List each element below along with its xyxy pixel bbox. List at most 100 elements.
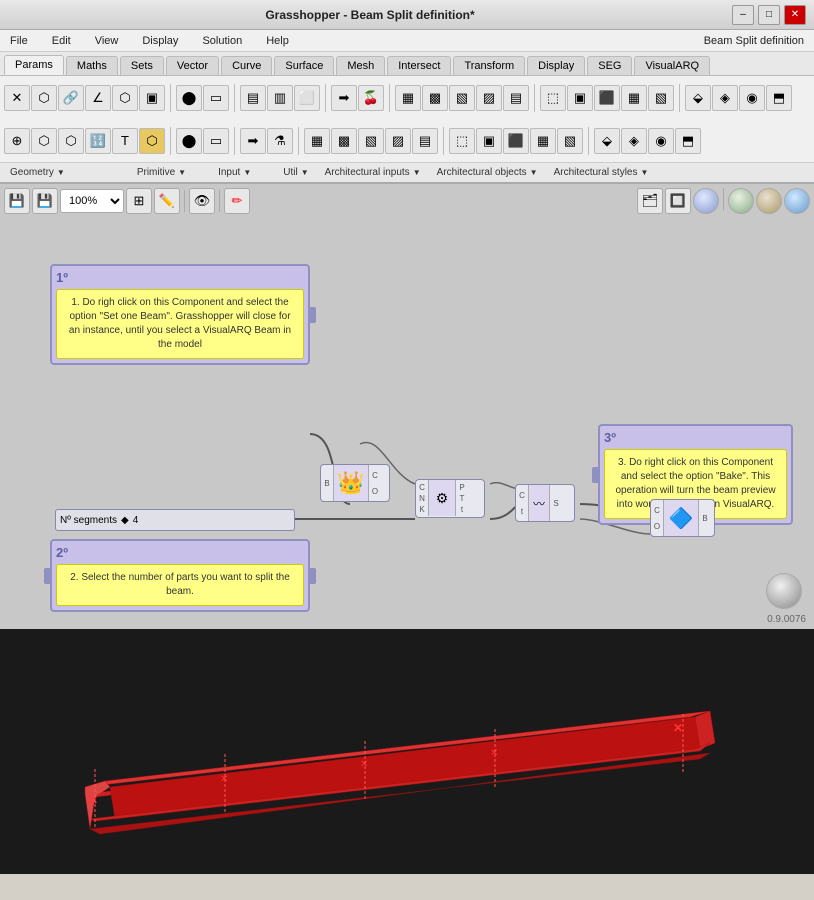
tab-transform[interactable]: Transform — [453, 56, 525, 75]
tb-arch-in-3[interactable]: ▧ — [449, 85, 475, 111]
tb2-12[interactable]: ▩ — [331, 128, 357, 154]
tb-arch-sty-1[interactable]: ⬙ — [685, 85, 711, 111]
view-button[interactable]: 👁 — [189, 188, 215, 214]
tab-display[interactable]: Display — [527, 56, 585, 75]
menu-edit[interactable]: Edit — [46, 33, 77, 49]
section-primitive[interactable]: Primitive ▼ — [131, 167, 192, 178]
tb2-20[interactable]: ▧ — [557, 128, 583, 154]
tb-arch-in-5[interactable]: ▤ — [503, 85, 529, 111]
tb-arch-obj-4[interactable]: ▦ — [621, 85, 647, 111]
tab-seg[interactable]: SEG — [587, 56, 632, 75]
tab-params[interactable]: Params — [4, 55, 64, 75]
wire-btn[interactable]: 🔲 — [665, 188, 691, 214]
minimize-button[interactable]: – — [732, 5, 754, 25]
tb2-23[interactable]: ◉ — [648, 128, 674, 154]
tb-arch-sty-4[interactable]: ⬒ — [766, 85, 792, 111]
tab-sets[interactable]: Sets — [120, 56, 164, 75]
close-button[interactable]: ✕ — [784, 5, 806, 25]
menu-display[interactable]: Display — [136, 33, 184, 49]
beam-component-node[interactable]: B 👑 C O — [320, 464, 390, 502]
tb2-11[interactable]: ▦ — [304, 128, 330, 154]
draw-button[interactable]: ✏ — [224, 188, 250, 214]
tb-btn-hnum[interactable]: ▣ — [139, 85, 165, 111]
zoom-select[interactable]: 100% 75% 50% 150% — [60, 189, 124, 213]
tab-mesh[interactable]: Mesh — [336, 56, 385, 75]
tab-maths[interactable]: Maths — [66, 56, 118, 75]
shading-btn[interactable] — [693, 188, 719, 214]
tab-visualarq[interactable]: VisualARQ — [634, 56, 710, 75]
tb2-24[interactable]: ⬒ — [675, 128, 701, 154]
save-as-button[interactable]: 💾 — [32, 188, 58, 214]
tab-curve[interactable]: Curve — [221, 56, 272, 75]
tb2-8[interactable]: ▭ — [203, 128, 229, 154]
tb-util-arrow[interactable]: ➡ — [331, 85, 357, 111]
section-input[interactable]: Input ▼ — [212, 167, 257, 178]
tb2-16[interactable]: ⬚ — [449, 128, 475, 154]
menu-solution[interactable]: Solution — [196, 33, 248, 49]
tb2-17[interactable]: ▣ — [476, 128, 502, 154]
menu-file[interactable]: File — [4, 33, 34, 49]
bake-component-node[interactable]: C O 🔷 B — [650, 499, 715, 537]
tb2-19[interactable]: ▦ — [530, 128, 556, 154]
tb2-10[interactable]: ⚗ — [267, 128, 293, 154]
display-btn2[interactable] — [756, 188, 782, 214]
split-component-node[interactable]: C N K ⚙ P T t — [415, 479, 485, 518]
tb-arch-sty-3[interactable]: ◉ — [739, 85, 765, 111]
display-btn3[interactable] — [784, 188, 810, 214]
tb-arch-obj-5[interactable]: ▧ — [648, 85, 674, 111]
tb2-15[interactable]: ▤ — [412, 128, 438, 154]
tb-prim-1[interactable]: ⬤ — [176, 85, 202, 111]
row2-sep4 — [443, 127, 444, 155]
tb-arch-sty-2[interactable]: ◈ — [712, 85, 738, 111]
tb-arch-obj-3[interactable]: ⬛ — [594, 85, 620, 111]
tab-intersect[interactable]: Intersect — [387, 56, 451, 75]
tb2-3[interactable]: ⬡ — [58, 128, 84, 154]
tb-input-panel[interactable]: ▤ — [240, 85, 266, 111]
menu-help[interactable]: Help — [260, 33, 295, 49]
mesh-btn[interactable]: 🗂 — [637, 188, 663, 214]
tb-arch-in-1[interactable]: ▦ — [395, 85, 421, 111]
tb-btn-angle[interactable]: ∠ — [85, 85, 111, 111]
tab-vector[interactable]: Vector — [166, 56, 219, 75]
section-arch-styles[interactable]: Architectural styles ▼ — [548, 167, 655, 178]
segments-param[interactable]: Nº segments ◆ 4 — [55, 509, 295, 531]
menu-view[interactable]: View — [89, 33, 125, 49]
tb2-6[interactable]: ⬡ — [139, 128, 165, 154]
curve-split-node[interactable]: C t 〰 S — [515, 484, 575, 522]
tb-arch-in-4[interactable]: ▨ — [476, 85, 502, 111]
tb2-4[interactable]: 🔢 — [85, 128, 111, 154]
save-button[interactable]: 💾 — [4, 188, 30, 214]
arch-inputs-arrow: ▼ — [413, 168, 421, 177]
sketch-button[interactable]: ✏️ — [154, 188, 180, 214]
tab-surface[interactable]: Surface — [274, 56, 334, 75]
tb-input-box[interactable]: ⬜ — [294, 85, 320, 111]
tb-input-slider[interactable]: ▥ — [267, 85, 293, 111]
tb-arch-obj-1[interactable]: ⬚ — [540, 85, 566, 111]
section-arch-inputs[interactable]: Architectural inputs ▼ — [319, 167, 427, 178]
tb-arch-obj-2[interactable]: ▣ — [567, 85, 593, 111]
tb2-1[interactable]: ⊕ — [4, 128, 30, 154]
tb2-5[interactable]: T — [112, 128, 138, 154]
tb2-22[interactable]: ◈ — [621, 128, 647, 154]
zoom-extent-button[interactable]: ⊞ — [126, 188, 152, 214]
tb2-14[interactable]: ▨ — [385, 128, 411, 154]
section-arch-objects[interactable]: Architectural objects ▼ — [431, 167, 544, 178]
display-btn1[interactable] — [728, 188, 754, 214]
section-util[interactable]: Util ▼ — [277, 167, 314, 178]
tb2-7[interactable]: ⬤ — [176, 128, 202, 154]
tb2-18[interactable]: ⬛ — [503, 128, 529, 154]
tb-btn-num[interactable]: ⬡ — [112, 85, 138, 111]
section-geometry[interactable]: Geometry ▼ — [4, 167, 71, 178]
tb-btn-x[interactable]: ✕ — [4, 85, 30, 111]
tb-btn-link[interactable]: 🔗 — [58, 85, 84, 111]
tb-prim-2[interactable]: ▭ — [203, 85, 229, 111]
tb2-9[interactable]: ➡ — [240, 128, 266, 154]
tb-btn-circle[interactable]: ⬡ — [31, 85, 57, 111]
tb-arch-in-2[interactable]: ▩ — [422, 85, 448, 111]
tb2-13[interactable]: ▧ — [358, 128, 384, 154]
navigation-sphere[interactable] — [766, 573, 802, 609]
tb-util-cherry[interactable]: 🍒 — [358, 85, 384, 111]
maximize-button[interactable]: □ — [758, 5, 780, 25]
tb2-21[interactable]: ⬙ — [594, 128, 620, 154]
tb2-2[interactable]: ⬡ — [31, 128, 57, 154]
